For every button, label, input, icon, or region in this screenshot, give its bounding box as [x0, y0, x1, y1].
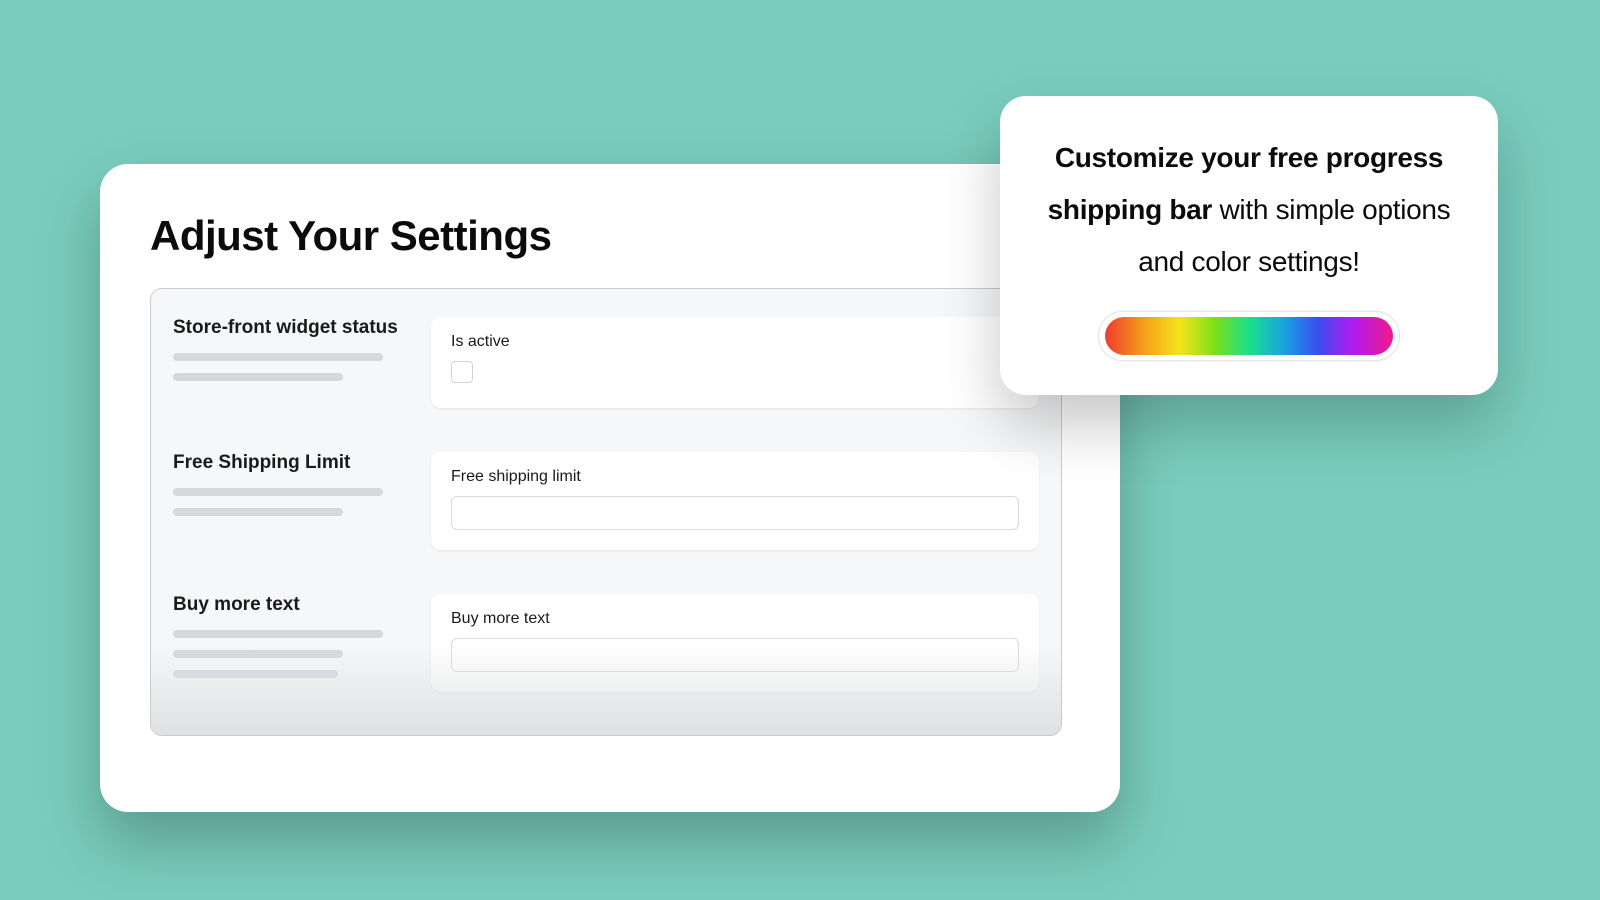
buy-more-text-input[interactable]: [451, 638, 1019, 672]
field-card-is-active: Is active: [431, 317, 1039, 408]
field-card-buy-more-text: Buy more text: [431, 594, 1039, 692]
field-label-free-shipping-limit: Free shipping limit: [451, 468, 1019, 486]
setting-label-free-shipping-limit: Free Shipping Limit: [173, 452, 403, 474]
skeleton-line: [173, 373, 343, 381]
settings-panel: Store-front widget status Is active Free…: [150, 288, 1062, 736]
setting-label-buy-more-text: Buy more text: [173, 594, 403, 616]
is-active-checkbox[interactable]: [451, 361, 473, 383]
field-label-buy-more-text: Buy more text: [451, 610, 1019, 628]
free-shipping-limit-input[interactable]: [451, 496, 1019, 530]
field-label-is-active: Is active: [451, 333, 1019, 351]
skeleton-line: [173, 353, 383, 361]
hue-gradient-icon: [1105, 317, 1393, 355]
settings-card: Adjust Your Settings Store-front widget …: [100, 164, 1120, 812]
skeleton-line: [173, 488, 383, 496]
setting-row-free-shipping-limit: Free Shipping Limit Free shipping limit: [173, 452, 1039, 550]
color-slider[interactable]: [1098, 311, 1400, 361]
skeleton-line: [173, 630, 383, 638]
setting-label-widget-status: Store-front widget status: [173, 317, 403, 339]
field-card-free-shipping-limit: Free shipping limit: [431, 452, 1039, 550]
callout-text: Customize your free progress shipping ba…: [1044, 132, 1454, 287]
setting-row-buy-more-text: Buy more text Buy more text: [173, 594, 1039, 692]
callout-card: Customize your free progress shipping ba…: [1000, 96, 1498, 395]
skeleton-line: [173, 670, 338, 678]
skeleton-line: [173, 650, 343, 658]
setting-row-widget-status: Store-front widget status Is active: [173, 317, 1039, 408]
skeleton-line: [173, 508, 343, 516]
page-title: Adjust Your Settings: [150, 212, 1070, 260]
